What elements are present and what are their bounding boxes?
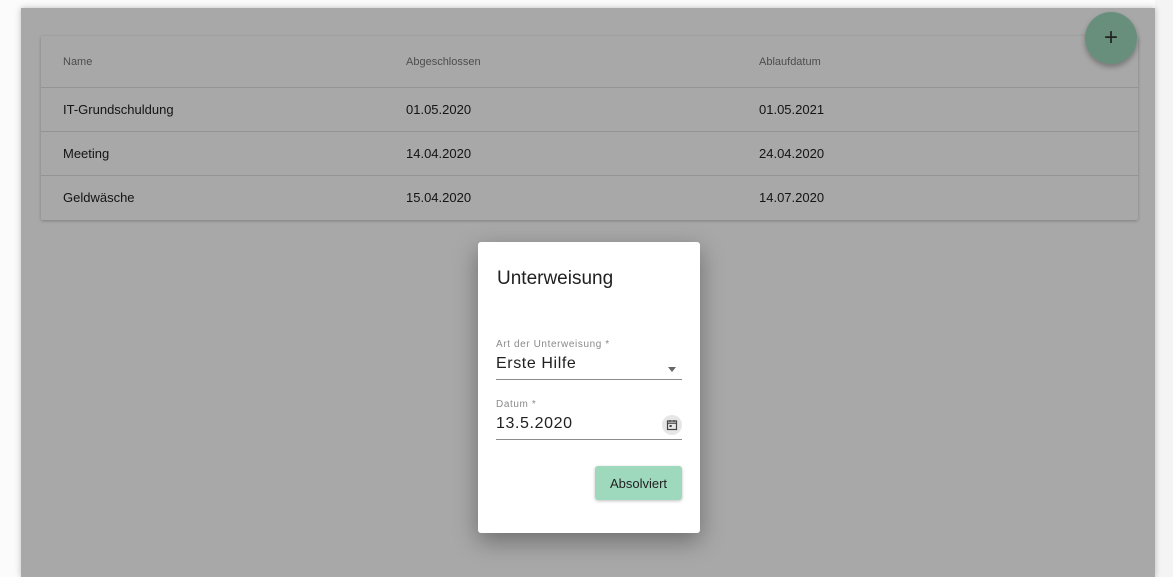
dialog-title: Unterweisung [497,268,614,289]
calendar-icon[interactable] [662,415,682,435]
chevron-down-icon[interactable] [668,367,676,372]
date-underline [496,439,682,440]
training-type-label: Art der Unterweisung * [496,339,610,350]
date-input[interactable]: 13.5.2020 [496,415,573,433]
window-edge [1155,0,1173,577]
submit-button[interactable]: Absolviert [595,466,682,500]
training-type-select[interactable]: Erste Hilfe [496,355,576,373]
training-dialog: Unterweisung Art der Unterweisung * Erst… [478,242,700,533]
main-panel: Name Abgeschlossen Ablaufdatum IT-Grunds… [21,8,1155,577]
training-type-underline [496,379,682,380]
date-label: Datum * [496,399,537,410]
app-background: Name Abgeschlossen Ablaufdatum IT-Grunds… [0,0,1173,577]
